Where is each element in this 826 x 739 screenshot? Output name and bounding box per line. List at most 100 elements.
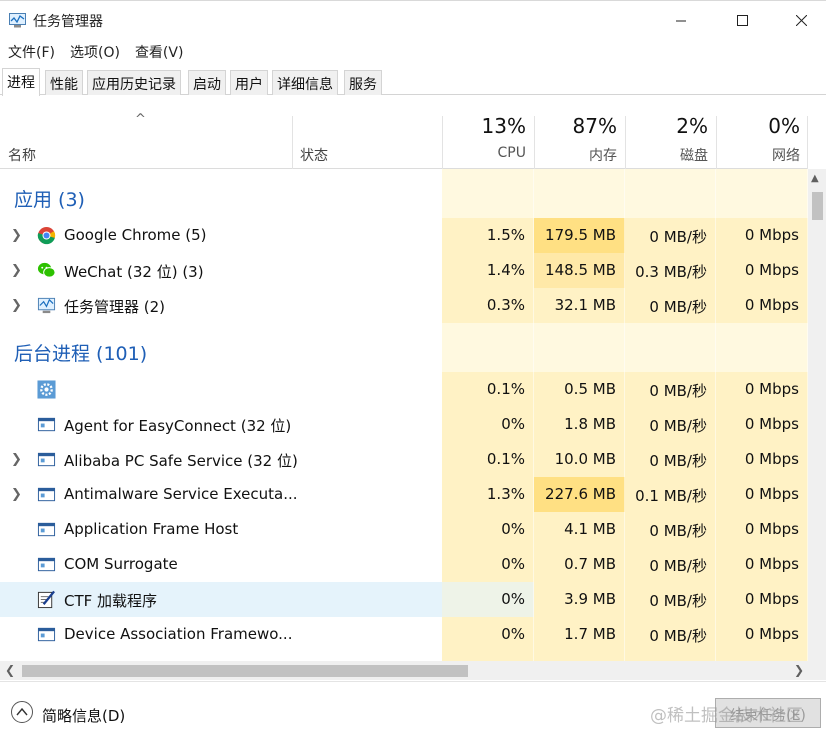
horizontal-scrollbar[interactable]: ❮ ❯ xyxy=(0,661,808,680)
table-row[interactable] xyxy=(0,652,808,661)
scrollbar-thumb[interactable] xyxy=(812,192,823,220)
table-row[interactable]: ❯ Alibaba PC Safe Service (32 位) 0.1% 10… xyxy=(0,442,808,477)
table-row[interactable]: ❯ Antimalware Service Executa... 1.3% 22… xyxy=(0,477,808,512)
tab-strip: 进程 性能 应用历史记录 启动 用户 详细信息 服务 xyxy=(0,68,826,96)
table-row[interactable]: ❯ Google Chrome (5) 1.5% 179.5 MB 0 MB/秒… xyxy=(0,218,808,253)
table-row[interactable]: ❯ WeChat (32 位) (3) 1.4% 148.5 MB 0.3 MB… xyxy=(0,253,808,288)
table-row[interactable]: ❯ 任务管理器 (2) 0.3% 32.1 MB 0 MB/秒 0 Mbps xyxy=(0,288,808,323)
heat-cell xyxy=(442,323,534,372)
chevron-right-icon[interactable]: ❯ xyxy=(11,487,22,502)
maximize-icon xyxy=(736,14,748,26)
process-name: Application Frame Host xyxy=(64,520,239,538)
tab-startup[interactable]: 启动 xyxy=(188,70,226,95)
menu-file[interactable]: 文件(F) xyxy=(0,38,62,64)
heat-cell xyxy=(716,323,808,372)
disk-cell: 0 MB/秒 xyxy=(625,547,716,582)
heat-cell xyxy=(534,652,625,661)
column-cpu[interactable]: CPU xyxy=(442,145,526,161)
heat-cell xyxy=(716,652,808,661)
network-cell: 0 Mbps xyxy=(716,617,808,652)
fewer-details-link[interactable]: 简略信息(D) xyxy=(42,705,125,726)
window-icon xyxy=(37,452,56,467)
window-icon xyxy=(37,522,56,537)
scroll-right-arrow-icon[interactable]: ❯ xyxy=(794,663,804,677)
table-row[interactable]: 0.1% 0.5 MB 0 MB/秒 0 Mbps xyxy=(0,372,808,407)
window-icon xyxy=(37,417,56,432)
column-name[interactable]: 名称 xyxy=(8,145,36,165)
memory-total[interactable]: 87% xyxy=(534,114,617,138)
memory-cell: 0.7 MB xyxy=(534,547,625,582)
process-name: 任务管理器 (2) xyxy=(64,298,166,316)
cpu-cell: 0.1% xyxy=(442,442,534,477)
window-icon xyxy=(37,557,56,572)
disk-cell: 0 MB/秒 xyxy=(625,288,716,323)
column-divider[interactable] xyxy=(807,116,808,169)
chevron-right-icon[interactable]: ❯ xyxy=(11,298,22,313)
scroll-left-arrow-icon[interactable]: ❮ xyxy=(5,663,15,677)
close-icon xyxy=(795,14,807,26)
disk-cell: 0 MB/秒 xyxy=(625,582,716,617)
tab-details[interactable]: 详细信息 xyxy=(272,70,338,95)
network-cell: 0 Mbps xyxy=(716,288,808,323)
vertical-scrollbar[interactable]: ▲ xyxy=(808,169,826,661)
cpu-total[interactable]: 13% xyxy=(442,114,526,138)
table-row[interactable]: COM Surrogate 0% 0.7 MB 0 MB/秒 0 Mbps xyxy=(0,547,808,582)
column-disk[interactable]: 磁盘 xyxy=(625,145,708,165)
group-header-apps[interactable]: 应用 (3) xyxy=(0,169,808,218)
close-button[interactable] xyxy=(772,1,826,39)
chevron-right-icon[interactable]: ❯ xyxy=(11,263,22,278)
heat-cell xyxy=(625,169,716,218)
table-row[interactable]: Device Association Framewo... 0% 1.7 MB … xyxy=(0,617,808,652)
tab-app-history[interactable]: 应用历史记录 xyxy=(87,70,181,95)
maximize-button[interactable] xyxy=(713,1,771,39)
chevron-up-circle-icon[interactable] xyxy=(11,701,33,723)
tab-processes[interactable]: 进程 xyxy=(2,68,40,96)
group-header-background[interactable]: 后台进程 (101) xyxy=(0,323,808,372)
tab-performance[interactable]: 性能 xyxy=(45,70,83,95)
network-total[interactable]: 0% xyxy=(716,114,800,138)
process-list[interactable]: 应用 (3) ❯ Google Chrome (5) 1.5% 179.5 MB… xyxy=(0,169,808,661)
heat-cell xyxy=(716,169,808,218)
wechat-icon xyxy=(37,262,56,278)
process-name: WeChat (32 位) (3) xyxy=(64,263,204,281)
memory-cell: 10.0 MB xyxy=(534,442,625,477)
column-status[interactable]: 状态 xyxy=(300,145,328,165)
menu-options[interactable]: 选项(O) xyxy=(62,38,127,64)
task-manager-icon xyxy=(9,13,26,28)
table-row[interactable]: Agent for EasyConnect (32 位) 0% 1.8 MB 0… xyxy=(0,407,808,442)
chevron-right-icon[interactable]: ❯ xyxy=(11,452,22,467)
process-name: Device Association Framewo... xyxy=(64,625,293,643)
process-name: CTF 加载程序 xyxy=(64,592,158,610)
network-cell: 0 Mbps xyxy=(716,477,808,512)
column-divider[interactable] xyxy=(292,116,293,169)
minimize-button[interactable] xyxy=(652,1,710,39)
tab-services[interactable]: 服务 xyxy=(344,70,382,95)
window-icon xyxy=(37,627,56,642)
cpu-cell: 1.3% xyxy=(442,477,534,512)
tab-users[interactable]: 用户 xyxy=(230,70,268,95)
disk-total[interactable]: 2% xyxy=(625,114,708,138)
table-row[interactable]: Application Frame Host 0% 4.1 MB 0 MB/秒 … xyxy=(0,512,808,547)
name-cell xyxy=(0,372,442,407)
scroll-up-arrow-icon[interactable]: ▲ xyxy=(811,173,819,184)
menu-view[interactable]: 查看(V) xyxy=(127,38,191,64)
process-name: Antimalware Service Executa... xyxy=(64,485,298,503)
heat-cell xyxy=(442,169,534,218)
sort-ascending-icon: ^ xyxy=(135,112,146,127)
memory-cell: 32.1 MB xyxy=(534,288,625,323)
chrome-icon xyxy=(37,226,56,245)
scrollbar-thumb[interactable] xyxy=(22,665,468,677)
disk-cell: 0.3 MB/秒 xyxy=(625,253,716,288)
memory-cell: 3.9 MB xyxy=(534,582,625,617)
process-name: COM Surrogate xyxy=(64,555,178,573)
disk-cell: 0 MB/秒 xyxy=(625,512,716,547)
table-row-selected[interactable]: CTF 加载程序 0% 3.9 MB 0 MB/秒 0 Mbps xyxy=(0,582,808,617)
title-bar[interactable]: 任务管理器 xyxy=(0,0,826,38)
task-manager-icon xyxy=(37,297,56,314)
gear-icon xyxy=(37,380,56,399)
column-network[interactable]: 网络 xyxy=(716,145,800,165)
disk-cell: 0 MB/秒 xyxy=(625,372,716,407)
chevron-right-icon[interactable]: ❯ xyxy=(11,228,22,243)
column-memory[interactable]: 内存 xyxy=(534,145,617,165)
disk-cell: 0 MB/秒 xyxy=(625,218,716,253)
